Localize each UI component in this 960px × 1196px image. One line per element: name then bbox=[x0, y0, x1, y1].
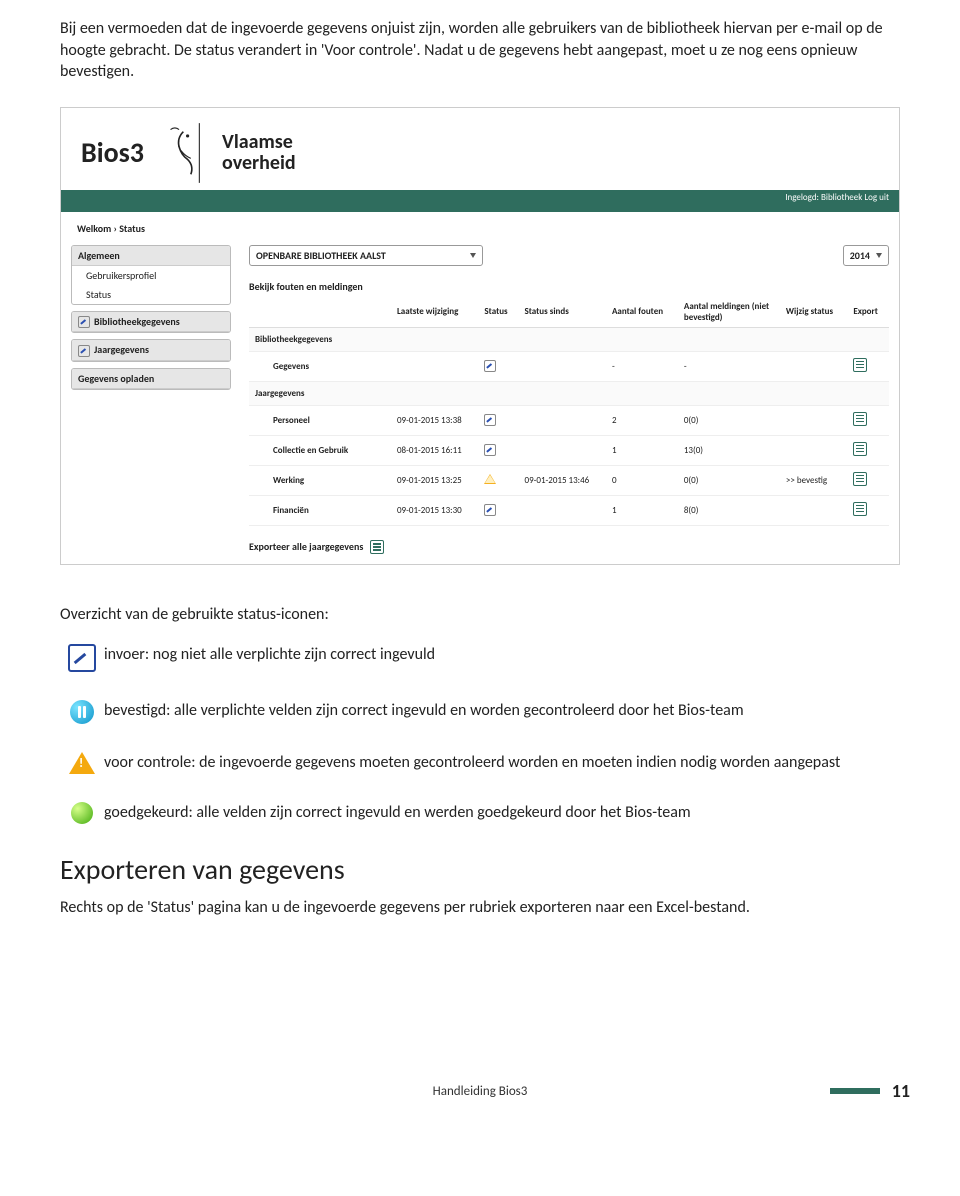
export-button[interactable] bbox=[847, 405, 889, 435]
export-text: Rechts op de 'Status' pagina kan u de in… bbox=[60, 897, 900, 919]
legend-controle: voor controle: de ingevoerde gegevens mo… bbox=[104, 752, 900, 774]
app-name: Bios3 bbox=[81, 135, 144, 170]
export-button[interactable] bbox=[847, 465, 889, 495]
sidebar-item-gebruikersprofiel[interactable]: Gebruikersprofiel bbox=[72, 266, 230, 285]
legend-goedgekeurd: goedgekeurd: alle velden zijn correct in… bbox=[104, 802, 900, 824]
library-select[interactable]: OPENBARE BIBLIOTHEEK AALST bbox=[249, 245, 483, 266]
vlaamse-overheid-logo: Vlaamse overheid bbox=[162, 124, 296, 182]
footer-text: Handleiding Bios3 bbox=[60, 1084, 900, 1099]
document-icon bbox=[853, 358, 867, 372]
library-name: OPENBARE BIBLIOTHEEK AALST bbox=[256, 249, 386, 262]
export-all-link[interactable]: Exporteer alle jaargegevens bbox=[249, 540, 889, 555]
approved-icon bbox=[71, 802, 93, 824]
breadcrumb[interactable]: Welkom › Status bbox=[61, 212, 899, 245]
table-row: Personeel 09-01-2015 13:38 2 0(0) bbox=[249, 405, 889, 435]
login-status[interactable]: Ingelogd: Bibliotheek Log uit bbox=[785, 192, 889, 203]
col-aantal-fouten: Aantal fouten bbox=[606, 297, 678, 328]
col-wijzig-status: Wijzig status bbox=[780, 297, 847, 328]
page-number: 11 bbox=[892, 1080, 910, 1102]
col-status: Status bbox=[478, 297, 518, 328]
warning-icon bbox=[69, 752, 95, 774]
year-select[interactable]: 2014 bbox=[843, 245, 889, 266]
page-bar bbox=[830, 1088, 880, 1094]
sidebar-item-gegevens-opladen[interactable]: Gegevens opladen bbox=[72, 369, 230, 389]
export-button[interactable] bbox=[847, 435, 889, 465]
lion-icon bbox=[162, 121, 226, 185]
section-bibliotheekgegevens: Bibliotheekgegevens bbox=[249, 327, 889, 351]
pencil-icon bbox=[484, 414, 496, 426]
pencil-icon bbox=[484, 360, 496, 372]
chevron-down-icon bbox=[470, 253, 476, 258]
pencil-icon bbox=[78, 316, 90, 328]
intro-text: Bij een vermoeden dat de ingevoerde gege… bbox=[60, 18, 900, 83]
status-table: Laatste wijziging Status Status sinds Aa… bbox=[249, 297, 889, 526]
export-heading: Exporteren van gegevens bbox=[60, 852, 900, 887]
org-line2: overheid bbox=[222, 153, 296, 174]
sidebar-item-jaargegevens[interactable]: Jaargegevens bbox=[72, 340, 230, 361]
warning-icon bbox=[484, 474, 496, 484]
sidebar-head-algemeen: Algemeen bbox=[72, 246, 230, 266]
chevron-down-icon bbox=[876, 253, 882, 258]
pause-icon bbox=[70, 700, 94, 724]
sidebar: Algemeen Gebruikersprofiel Status Biblio… bbox=[71, 245, 231, 555]
legend-bevestigd: bevestigd: alle verplichte velden zijn c… bbox=[104, 700, 900, 722]
table-row: Gegevens - - bbox=[249, 351, 889, 381]
edit-icon bbox=[68, 644, 96, 672]
pencil-icon bbox=[78, 345, 90, 357]
sidebar-item-bibliotheekgegevens[interactable]: Bibliotheekgegevens bbox=[72, 312, 230, 333]
pencil-icon bbox=[484, 444, 496, 456]
section-jaargegevens: Jaargegevens bbox=[249, 381, 889, 405]
topbar: Ingelogd: Bibliotheek Log uit bbox=[61, 190, 899, 212]
pencil-icon bbox=[484, 504, 496, 516]
org-line1: Vlaamse bbox=[222, 132, 296, 153]
legend-invoer: invoer: nog niet alle verplichte zijn co… bbox=[104, 644, 900, 666]
page-number-tab: 11 bbox=[830, 1073, 920, 1109]
table-row: Financiën 09-01-2015 13:30 1 8(0) bbox=[249, 495, 889, 525]
table-row: Collectie en Gebruik 08-01-2015 16:11 1 … bbox=[249, 435, 889, 465]
document-icon bbox=[853, 412, 867, 426]
sidebar-item-status[interactable]: Status bbox=[72, 285, 230, 304]
link-fouten-meldingen[interactable]: Bekijk fouten en meldingen bbox=[249, 280, 889, 293]
col-export: Export bbox=[847, 297, 889, 328]
bevestig-link[interactable]: >> bevestig bbox=[780, 465, 847, 495]
document-icon bbox=[853, 502, 867, 516]
col-laatste-wijziging: Laatste wijziging bbox=[391, 297, 478, 328]
export-button[interactable] bbox=[847, 351, 889, 381]
app-screenshot: Bios3 Vlaamse overheid Ingelogd: Bibliot… bbox=[60, 107, 900, 566]
col-status-sinds: Status sinds bbox=[519, 297, 606, 328]
table-row: Werking 09-01-2015 13:25 09-01-2015 13:4… bbox=[249, 465, 889, 495]
col-aantal-meldingen: Aantal meldingen (niet bevestigd) bbox=[678, 297, 780, 328]
export-button[interactable] bbox=[847, 495, 889, 525]
status-icons-title: Overzicht van de gebruikte status-iconen… bbox=[60, 605, 900, 624]
document-icon bbox=[853, 442, 867, 456]
document-icon bbox=[853, 472, 867, 486]
document-icon bbox=[370, 540, 384, 554]
